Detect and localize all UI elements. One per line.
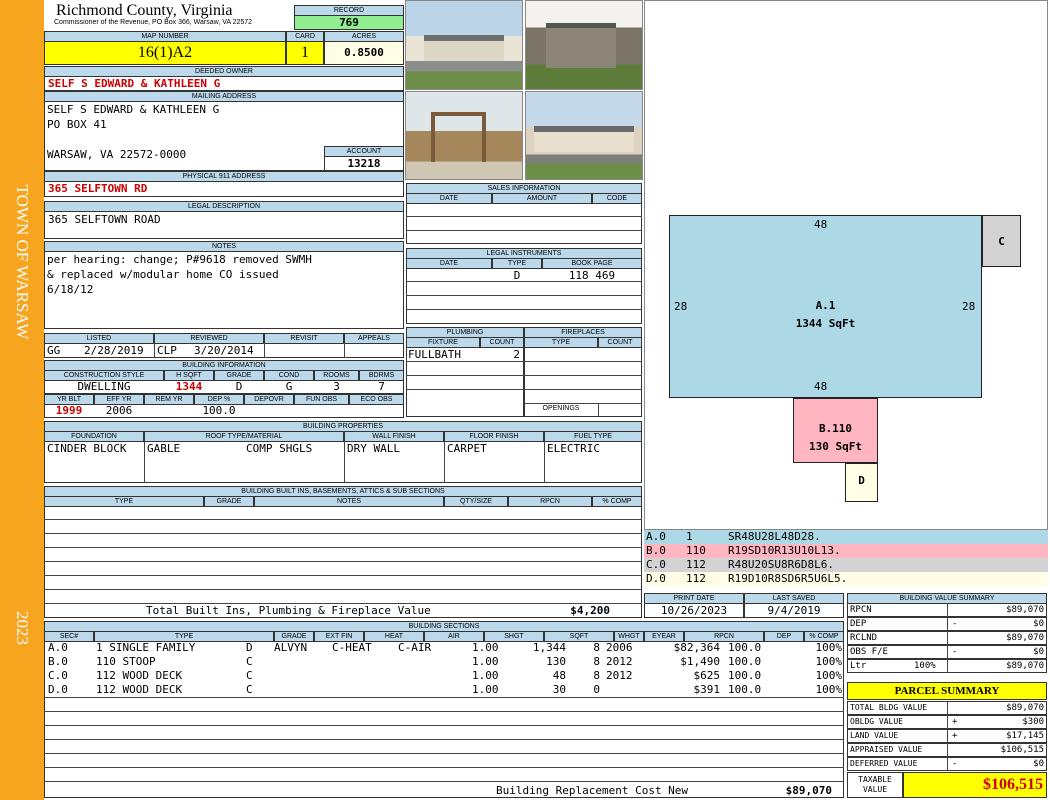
taxable-value-label-box: TAXABLE VALUE bbox=[847, 772, 903, 798]
bdrms-value: 7 bbox=[378, 380, 385, 393]
listed-date: 2/28/2019 bbox=[84, 344, 144, 357]
sketch-legend-row: D.0 112 R19D10R8SD6R5U6L5. bbox=[644, 572, 1048, 586]
replacement-cost-value: $89,070 bbox=[785, 784, 832, 797]
sketch-legend-row: B.0 110 R19SD10R13U10L13. bbox=[644, 544, 1048, 558]
notes-line-3: 6/18/12 bbox=[47, 283, 94, 296]
commissioner-line: Commissioner of the Revenue, PO Box 366,… bbox=[54, 19, 253, 26]
mailing-line-1: SELF S EDWARD & KATHLEEN G bbox=[47, 103, 220, 116]
taxable-label-line-1: TAXABLE bbox=[858, 775, 892, 784]
cond-value: G bbox=[285, 380, 293, 393]
section-a-area: 1344 SqFt bbox=[795, 317, 856, 330]
parcel-summary-header: PARCEL SUMMARY bbox=[847, 682, 1047, 700]
mailing-line-3: WARSAW, VA 22572-0000 bbox=[47, 148, 187, 161]
sidebar: TOWN OF WARSAW 2023 bbox=[0, 0, 44, 800]
wall-value: DRY WALL bbox=[347, 442, 400, 455]
floor-value: CARPET bbox=[447, 442, 487, 455]
table-row: A.0 1 SINGLE FAMILY D ALVYN C-HEAT C-AIR… bbox=[48, 641, 842, 654]
replacement-cost-label: Building Replacement Cost New bbox=[496, 784, 689, 797]
notes-line-1: per hearing: change; P#9618 removed SWMH bbox=[47, 253, 312, 266]
section-c-label: C bbox=[998, 235, 1005, 248]
builtins-total-label: Total Built Ins, Plumbing & Fireplace Va… bbox=[146, 604, 431, 617]
notes-line-2: & replaced w/modular home CO issued bbox=[47, 268, 279, 281]
county-title: Richmond County, Virginia bbox=[56, 2, 233, 19]
builtins-table bbox=[44, 506, 642, 618]
heated-sqft: 1344 bbox=[175, 380, 203, 393]
rooms-value: 3 bbox=[333, 380, 340, 393]
last-saved-date: 9/4/2019 bbox=[744, 603, 844, 618]
reviewed-date: 3/20/2014 bbox=[194, 344, 254, 357]
year-built: 1999 bbox=[55, 404, 83, 417]
taxable-label-line-2: VALUE bbox=[862, 785, 888, 794]
account-number: 13218 bbox=[324, 156, 404, 171]
card-number: 1 bbox=[286, 41, 324, 65]
record-number: 769 bbox=[294, 15, 404, 30]
plumbing-count: 2 bbox=[513, 348, 520, 361]
listed-by: GG bbox=[47, 344, 61, 357]
legal-description: 365 SELFTOWN ROAD bbox=[44, 211, 404, 239]
plumbing-fixture: FULLBATH bbox=[408, 348, 461, 361]
effective-year: 2006 bbox=[105, 404, 133, 417]
house-front-photo bbox=[405, 0, 523, 90]
section-b-label: B.110 bbox=[818, 422, 853, 435]
table-row: D.0 112 WOOD DECK C 1.00 30 0 $391 100.0… bbox=[48, 683, 842, 696]
legal-type-value: D bbox=[513, 269, 521, 282]
table-row: B.0 110 STOOP C 1.00 130 8 2012 $1,490 1… bbox=[48, 655, 842, 668]
tax-year: 2023 bbox=[13, 611, 32, 645]
fuel-value: ELECTRIC bbox=[547, 442, 600, 455]
legal-book-value: 118 469 bbox=[568, 269, 616, 282]
foundation-value: CINDER BLOCK bbox=[47, 442, 127, 455]
roof-type-value: GABLE bbox=[147, 442, 181, 455]
section-d-label: D bbox=[858, 474, 865, 487]
shed-photo bbox=[525, 0, 643, 90]
roof-material-value: COMP SHGLS bbox=[246, 442, 313, 455]
builtins-total-value: $4,200 bbox=[570, 604, 610, 617]
acres-value: 0.8500 bbox=[324, 41, 404, 65]
sketch-legend-row: A.0 1 SR48U28L48D28. bbox=[644, 530, 1048, 544]
sections-column-headers: SEC# TYPE GRADE EXT FIN HEAT AIR SHGT SQ… bbox=[44, 631, 844, 642]
section-a-label: A.1 bbox=[815, 299, 836, 312]
house-side-photo bbox=[525, 91, 643, 180]
dep-percent: 100.0 bbox=[202, 404, 236, 417]
section-b-area: 130 SqFt bbox=[809, 440, 862, 453]
grade-value: D bbox=[235, 380, 243, 393]
construction-style: DWELLING bbox=[77, 380, 131, 393]
map-number: 16(1)A2 bbox=[44, 41, 286, 65]
town-name: TOWN OF WARSAW bbox=[13, 184, 32, 340]
sketch-legend-row: C.0 112 R48U20SU8R6D8L6. bbox=[644, 558, 1048, 572]
deeded-owner: SELF S EDWARD & KATHLEEN G bbox=[44, 76, 404, 91]
dim-a-bottom: 48 bbox=[814, 380, 828, 393]
mailing-line-2: PO BOX 41 bbox=[47, 118, 107, 131]
taxable-value: $106,515 bbox=[903, 772, 1047, 798]
reviewed-by: CLP bbox=[157, 344, 177, 357]
table-row: C.0 112 WOOD DECK C 1.00 48 8 2012 $625 … bbox=[48, 669, 842, 682]
print-date: 10/26/2023 bbox=[644, 603, 744, 618]
dim-a-top: 48 bbox=[814, 218, 828, 231]
deck-photo bbox=[405, 91, 523, 180]
physical-address: 365 SELFTOWN RD bbox=[44, 181, 404, 197]
sales-table bbox=[406, 203, 642, 244]
openings-label: OPENINGS bbox=[542, 405, 580, 412]
